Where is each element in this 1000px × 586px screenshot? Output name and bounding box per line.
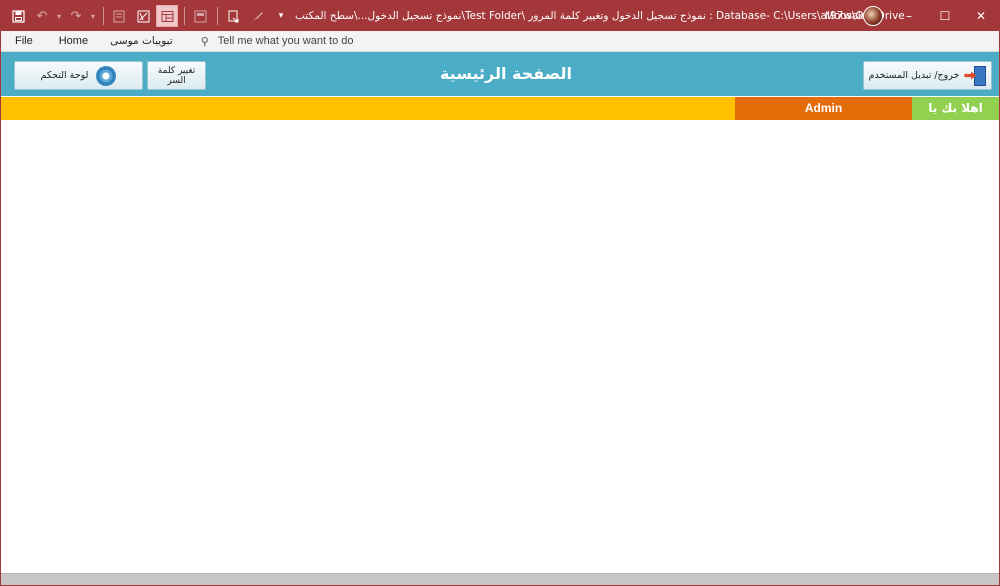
logout-label: خروج/ تبديل المستخدم bbox=[868, 70, 960, 81]
form-view-icon[interactable] bbox=[108, 5, 130, 27]
dashboard-button[interactable]: لوحة التحكم bbox=[14, 61, 143, 90]
datasheet-icon[interactable] bbox=[156, 5, 178, 27]
brush-icon[interactable] bbox=[246, 5, 268, 27]
tab-home[interactable]: Home bbox=[33, 31, 88, 52]
tell-me-box[interactable]: ⚲ Tell me what you want to do bbox=[201, 35, 354, 48]
ribbon-tabs: File Home تبويبات موسى ⚲ Tell me what yo… bbox=[1, 31, 999, 52]
layout-icon[interactable] bbox=[189, 5, 211, 27]
user-name[interactable]: Moosak bbox=[825, 1, 864, 31]
change-password-label-line1: تغيير كلمة bbox=[157, 65, 196, 76]
redo-dropdown-icon[interactable]: ▾ bbox=[89, 5, 97, 27]
tab-file[interactable]: File bbox=[1, 31, 33, 52]
change-password-button[interactable]: تغيير كلمة السر bbox=[147, 61, 206, 90]
gear-icon bbox=[96, 65, 117, 86]
avatar[interactable] bbox=[863, 6, 883, 26]
title-bar: ↶ ▾ ↷ ▾ ▾ نموذج تسجيل الدخول...\سطح المك… bbox=[1, 1, 999, 31]
form-header: لوحة التحكم تغيير كلمة السر الصفحة الرئي… bbox=[1, 52, 999, 96]
report-icon[interactable] bbox=[132, 5, 154, 27]
redo-icon[interactable]: ↷ bbox=[65, 5, 87, 27]
window-title: نموذج تسجيل الدخول...\سطح المكتب\Test Fo… bbox=[295, 10, 905, 22]
undo-dropdown-icon[interactable]: ▾ bbox=[55, 5, 63, 27]
undo-icon[interactable]: ↶ bbox=[31, 5, 53, 27]
close-button[interactable]: ✕ bbox=[963, 1, 999, 31]
welcome-strip: Admin اهلا بك يا bbox=[1, 97, 999, 120]
search-icon: ⚲ bbox=[200, 35, 209, 48]
toolbar-separator bbox=[103, 7, 104, 25]
minimize-button[interactable]: – bbox=[891, 1, 927, 31]
customize-dropdown-icon[interactable]: ▾ bbox=[270, 5, 292, 27]
form-body bbox=[1, 120, 999, 573]
quick-access-toolbar: ↶ ▾ ↷ ▾ ▾ bbox=[1, 1, 294, 31]
tab-custom[interactable]: تبويبات موسى bbox=[88, 31, 173, 52]
save-icon[interactable] bbox=[7, 5, 29, 27]
maximize-button[interactable]: ☐ bbox=[927, 1, 963, 31]
page-title: الصفحة الرئيسية bbox=[439, 64, 573, 83]
admin-username: Admin bbox=[735, 97, 912, 120]
tell-me-text: Tell me what you want to do bbox=[217, 35, 354, 47]
dashboard-label: لوحة التحكم bbox=[40, 70, 89, 81]
status-bar bbox=[1, 573, 999, 585]
design-view-icon[interactable] bbox=[222, 5, 244, 27]
toolbar-separator bbox=[184, 7, 185, 25]
change-password-label-line2: السر bbox=[167, 75, 186, 86]
access-window: ↶ ▾ ↷ ▾ ▾ نموذج تسجيل الدخول...\سطح المك… bbox=[0, 0, 1000, 586]
exit-door-icon bbox=[964, 65, 987, 86]
welcome-label: اهلا بك يا bbox=[912, 97, 999, 120]
toolbar-separator bbox=[217, 7, 218, 25]
logout-button[interactable]: خروج/ تبديل المستخدم bbox=[863, 61, 992, 90]
